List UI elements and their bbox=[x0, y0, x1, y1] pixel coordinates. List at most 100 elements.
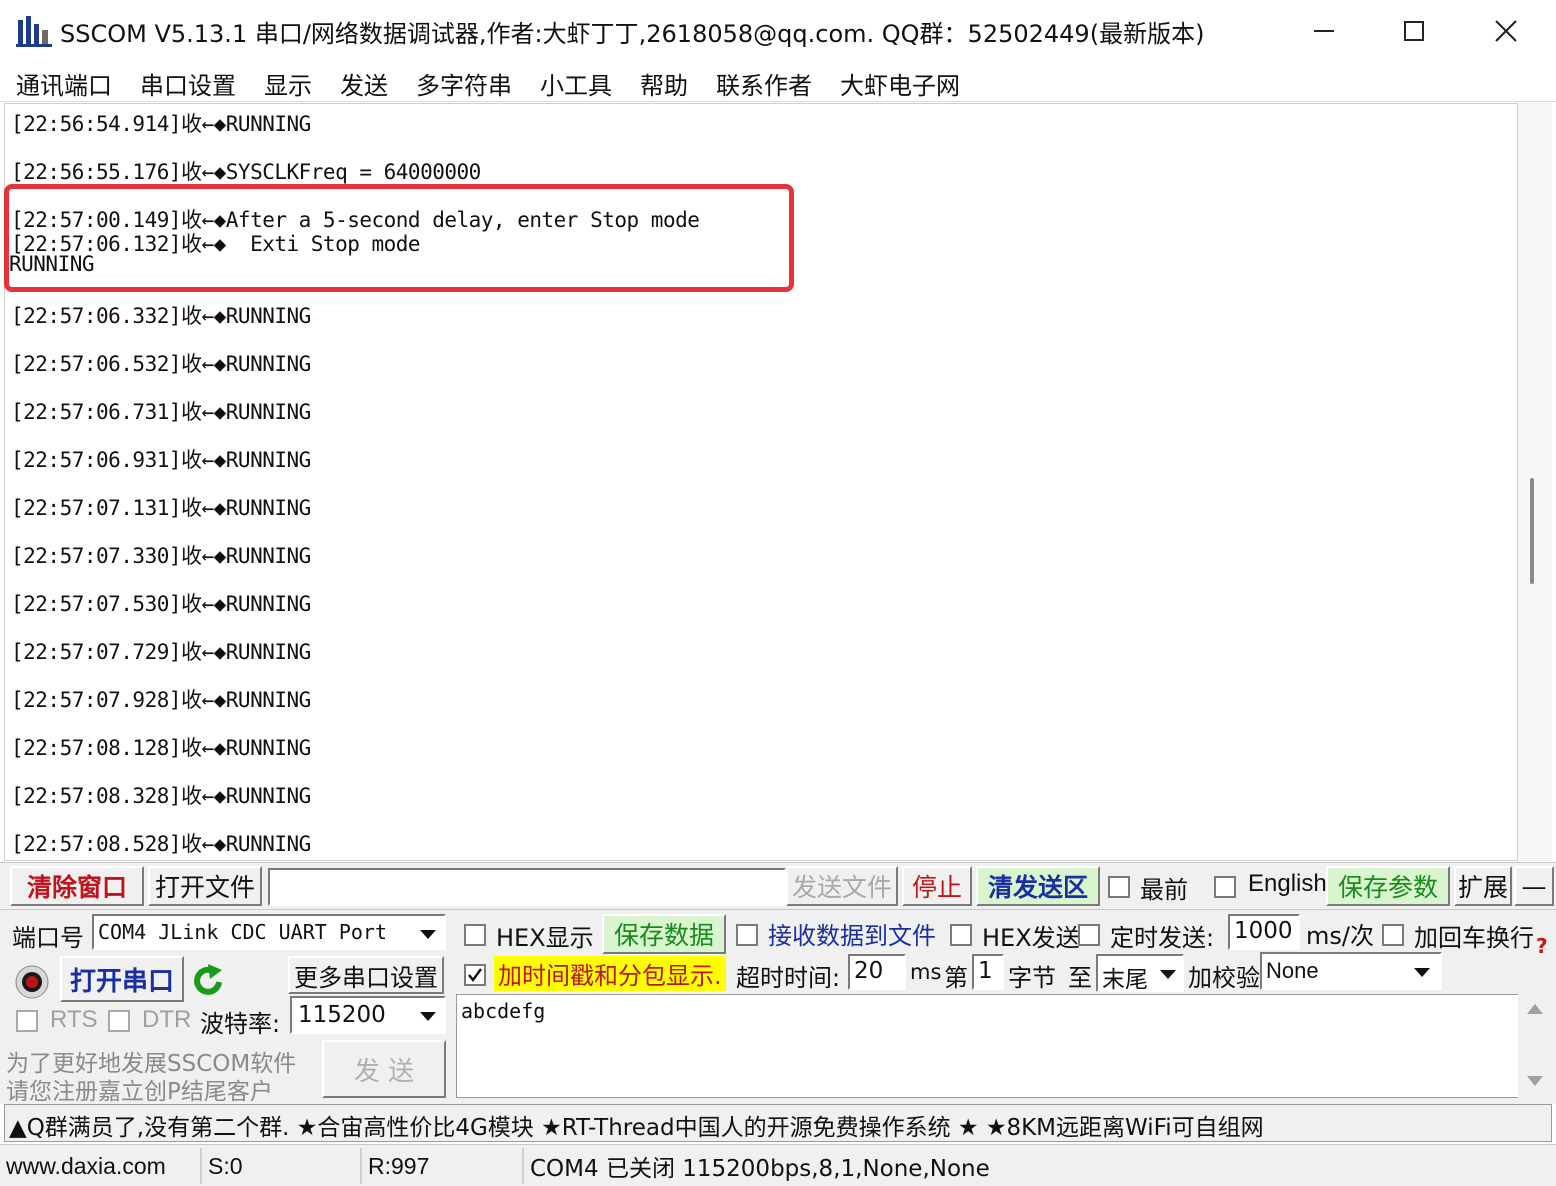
baud-label: 波特率: bbox=[200, 1010, 281, 1038]
port-select[interactable]: COM4 JLink CDC UART Port bbox=[92, 914, 446, 950]
chevron-down-icon bbox=[420, 930, 436, 939]
menu-display[interactable]: 显示 bbox=[264, 66, 312, 101]
ad-ticker-text: ▲Q群满员了,没有第二个群. ★合宙高性价比4G模块 ★RT-Thread中国人… bbox=[9, 1115, 1264, 1141]
menu-multi-string[interactable]: 多字符串 bbox=[416, 66, 512, 101]
menu-serial-settings[interactable]: 串口设置 bbox=[140, 66, 236, 101]
close-button[interactable] bbox=[1460, 0, 1552, 62]
end-select-value: 末尾 bbox=[1102, 967, 1148, 993]
menu-help[interactable]: 帮助 bbox=[640, 66, 688, 101]
app-icon bbox=[16, 16, 52, 47]
receive-line: [22:57:06.532]收←◆RUNNING bbox=[11, 352, 311, 376]
receive-scrollbar-thumb[interactable] bbox=[1530, 478, 1534, 584]
baud-select[interactable]: 115200 bbox=[290, 996, 446, 1034]
receive-line: [22:56:54.914]收←◆RUNNING bbox=[11, 112, 311, 136]
baud-select-value: 115200 bbox=[298, 1002, 386, 1028]
collapse-button[interactable]: — bbox=[1514, 866, 1554, 906]
status-website[interactable]: www.daxia.com bbox=[2, 1148, 202, 1184]
clear-send-button[interactable]: 清发送区 bbox=[976, 866, 1100, 906]
receive-line: [22:57:06.931]收←◆RUNNING bbox=[11, 448, 311, 472]
promo-line-2: 请您注册嘉立创P结尾客户 bbox=[6, 1079, 273, 1105]
timestamp-checkbox[interactable] bbox=[464, 964, 486, 986]
open-file-button[interactable]: 打开文件 bbox=[148, 866, 262, 906]
add-crlf-label: 加回车换行 bbox=[1414, 924, 1534, 952]
send-text: abcdefg bbox=[461, 999, 546, 1023]
status-port-state: COM4 已关闭 115200bps,8,1,None,None bbox=[530, 1156, 990, 1182]
timeout-unit-label: ms bbox=[910, 960, 942, 984]
save-params-button[interactable]: 保存参数 bbox=[1326, 866, 1450, 906]
menu-comm-port[interactable]: 通讯端口 bbox=[16, 66, 112, 101]
end-select[interactable]: 末尾 bbox=[1096, 954, 1184, 993]
scroll-up-icon[interactable] bbox=[1526, 1002, 1544, 1016]
timeout-label: 超时时间: bbox=[736, 964, 841, 992]
interval-unit-label: ms/次 bbox=[1306, 922, 1374, 950]
byte-index-value: 1 bbox=[978, 958, 993, 984]
menu-daxia-web[interactable]: 大虾电子网 bbox=[840, 66, 960, 101]
send-file-button[interactable]: 发送文件 bbox=[786, 866, 898, 906]
expand-button[interactable]: 扩展 bbox=[1454, 866, 1512, 906]
more-serial-settings-button[interactable]: 更多串口设置 bbox=[288, 956, 444, 994]
english-checkbox[interactable] bbox=[1214, 876, 1236, 898]
status-sent-count: S:0 bbox=[204, 1148, 362, 1184]
interval-input[interactable]: 1000 bbox=[1228, 914, 1300, 950]
rts-label: RTS bbox=[50, 1006, 98, 1033]
checksum-select[interactable]: None bbox=[1260, 952, 1442, 990]
timed-send-label: 定时发送: bbox=[1110, 924, 1215, 952]
port-label: 端口号 bbox=[12, 924, 84, 952]
ad-ticker[interactable]: ▲Q群满员了,没有第二个群. ★合宙高性价比4G模块 ★RT-Thread中国人… bbox=[4, 1104, 1552, 1142]
timeout-input[interactable]: 20 bbox=[848, 954, 906, 990]
chevron-down-icon bbox=[1414, 968, 1430, 977]
send-scrollbar[interactable] bbox=[1518, 994, 1552, 1098]
receive-line: [22:57:08.528]收←◆RUNNING bbox=[11, 832, 311, 856]
save-data-button[interactable]: 保存数据 bbox=[602, 914, 726, 954]
menu-tools[interactable]: 小工具 bbox=[540, 66, 612, 101]
checkmark-icon bbox=[468, 968, 483, 983]
menu-bar: 通讯端口 串口设置 显示 发送 多字符串 小工具 帮助 联系作者 大虾电子网 bbox=[0, 62, 1556, 102]
record-indicator-icon bbox=[15, 965, 49, 999]
scroll-down-icon[interactable] bbox=[1526, 1074, 1544, 1088]
clear-window-button[interactable]: 清除窗口 bbox=[10, 866, 144, 906]
recv-to-file-checkbox[interactable] bbox=[736, 924, 758, 946]
dtr-checkbox[interactable] bbox=[108, 1010, 130, 1032]
status-received-count: R:997 bbox=[364, 1148, 524, 1184]
hex-display-checkbox[interactable] bbox=[464, 924, 486, 946]
receive-line: [22:57:07.928]收←◆RUNNING bbox=[11, 688, 311, 712]
timed-send-checkbox[interactable] bbox=[1078, 924, 1100, 946]
close-icon bbox=[1495, 20, 1517, 42]
english-label: English bbox=[1248, 870, 1327, 897]
add-crlf-checkbox[interactable] bbox=[1382, 924, 1404, 946]
timeout-input-value: 20 bbox=[854, 958, 884, 984]
hex-send-checkbox[interactable] bbox=[950, 924, 972, 946]
hex-send-label: HEX发送 bbox=[982, 924, 1080, 952]
window-title: SSCOM V5.13.1 串口/网络数据调试器,作者:大虾丁丁,2618058… bbox=[60, 20, 1205, 48]
interval-input-value: 1000 bbox=[1234, 918, 1293, 944]
help-icon[interactable]: ? bbox=[1536, 934, 1548, 958]
minimize-button[interactable] bbox=[1278, 0, 1370, 62]
byte-index-input[interactable]: 1 bbox=[972, 954, 1004, 990]
receive-line: [22:57:07.330]收←◆RUNNING bbox=[11, 544, 311, 568]
port-select-value: COM4 JLink CDC UART Port bbox=[98, 920, 387, 944]
byte-unit-label: 字节 bbox=[1008, 964, 1056, 992]
send-button[interactable]: 发 送 bbox=[322, 1040, 446, 1098]
dtr-label: DTR bbox=[142, 1006, 192, 1033]
file-path-input[interactable] bbox=[268, 868, 786, 906]
menu-contact-author[interactable]: 联系作者 bbox=[716, 66, 812, 101]
stop-button[interactable]: 停止 bbox=[902, 866, 972, 906]
topmost-checkbox[interactable] bbox=[1108, 876, 1130, 898]
receive-line: [22:57:06.731]收←◆RUNNING bbox=[11, 400, 311, 424]
maximize-button[interactable] bbox=[1368, 0, 1460, 62]
byte-prefix-label: 第 bbox=[944, 964, 968, 992]
menu-send[interactable]: 发送 bbox=[340, 66, 388, 101]
hex-display-label: HEX显示 bbox=[496, 924, 594, 952]
checksum-select-value: None bbox=[1266, 958, 1319, 983]
maximize-icon bbox=[1404, 21, 1424, 41]
checksum-label: 加校验 bbox=[1188, 964, 1260, 992]
rts-checkbox[interactable] bbox=[16, 1010, 38, 1032]
recv-to-file-label: 接收数据到文件 bbox=[768, 922, 936, 950]
receive-scrollbar[interactable] bbox=[1518, 103, 1552, 861]
receive-line: [22:57:06.332]收←◆RUNNING bbox=[11, 304, 311, 328]
open-port-button[interactable]: 打开串口 bbox=[60, 956, 184, 1002]
send-textarea[interactable]: abcdefg bbox=[456, 994, 1520, 1098]
refresh-icon[interactable] bbox=[192, 962, 226, 998]
receive-line: [22:57:08.128]收←◆RUNNING bbox=[11, 736, 311, 760]
chevron-down-icon bbox=[420, 1012, 436, 1021]
